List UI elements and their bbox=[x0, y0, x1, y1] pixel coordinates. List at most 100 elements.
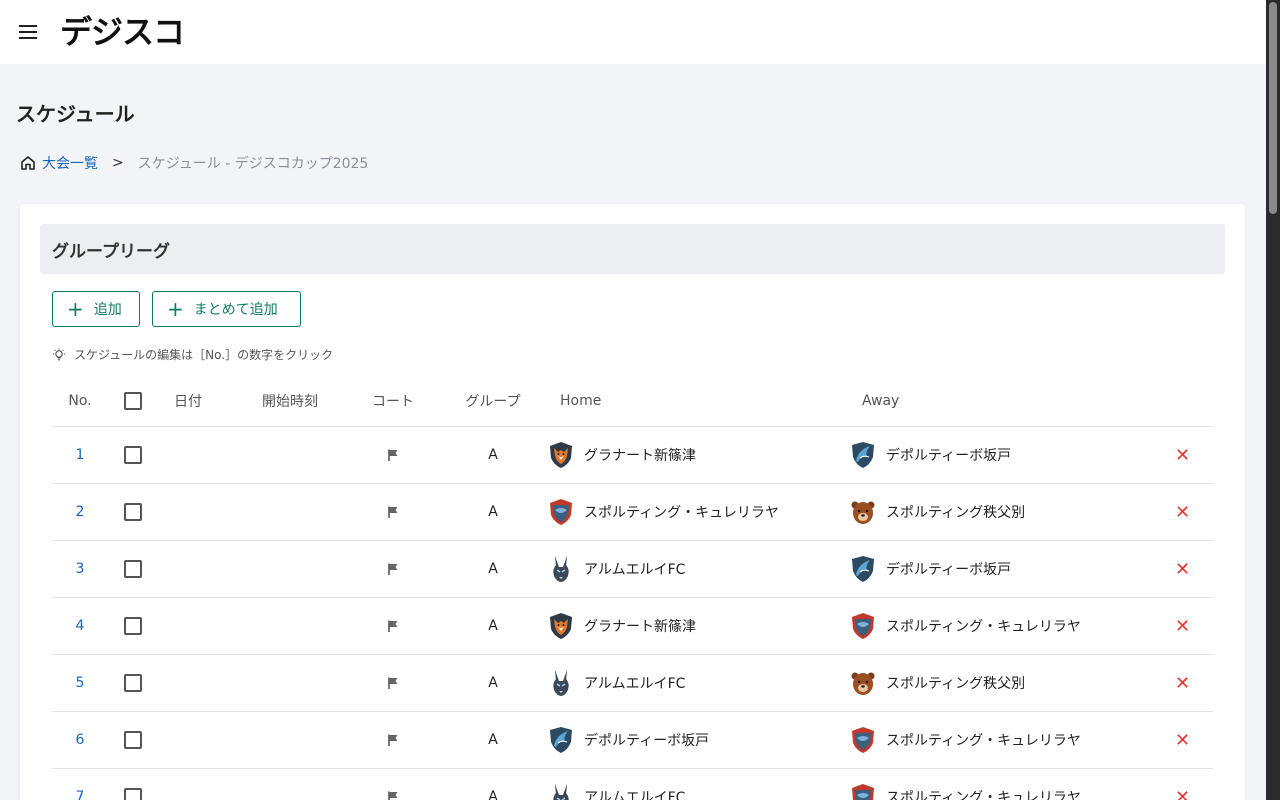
match-group: A bbox=[488, 789, 498, 800]
away-team-name: スポルティング・キュレリラヤ bbox=[886, 790, 1081, 800]
away-team-name: スポルティング・キュレリラヤ bbox=[886, 733, 1081, 749]
plus-icon: + bbox=[167, 297, 184, 321]
delete-icon[interactable]: ✕ bbox=[1152, 445, 1213, 466]
header-date[interactable]: 日付 bbox=[158, 391, 238, 411]
shark-emblem-icon bbox=[850, 441, 876, 469]
away-team: スポルティング・キュレリラヤ bbox=[850, 612, 1152, 640]
away-team-name: スポルティング・キュレリラヤ bbox=[886, 619, 1081, 635]
away-team-name: デポルティーボ坂戸 bbox=[886, 562, 1012, 578]
schedule-card: グループリーグ + 追加 + まとめて追加 スケジュールの編集は［No.］の数字… bbox=[20, 204, 1245, 800]
flag-icon bbox=[388, 791, 398, 800]
delete-icon[interactable]: ✕ bbox=[1152, 502, 1213, 523]
match-number-link[interactable]: 1 bbox=[52, 447, 108, 463]
delete-icon[interactable]: ✕ bbox=[1152, 730, 1213, 751]
match-number-link[interactable]: 7 bbox=[52, 789, 108, 800]
breadcrumb-home-link[interactable]: 大会一覧 bbox=[20, 153, 98, 173]
flag-icon bbox=[388, 620, 398, 632]
menu-icon[interactable] bbox=[0, 0, 56, 64]
home-team: デポルティーボ坂戸 bbox=[548, 726, 850, 754]
bear-emblem-icon bbox=[850, 498, 876, 526]
court-cell bbox=[348, 676, 438, 690]
delete-icon[interactable]: ✕ bbox=[1152, 616, 1213, 637]
rabbit-emblem-icon bbox=[548, 555, 574, 583]
match-group: A bbox=[488, 732, 498, 748]
row-checkbox[interactable] bbox=[124, 503, 142, 521]
section-title: グループリーグ bbox=[40, 224, 1225, 274]
header-court[interactable]: コート bbox=[348, 391, 438, 411]
add-button[interactable]: + 追加 bbox=[52, 291, 140, 327]
scrollbar[interactable] bbox=[1266, 0, 1280, 800]
away-team: スポルティング・キュレリラヤ bbox=[850, 783, 1152, 800]
table-row: 2 A スポルティング・キュレリラヤ スポルティング秩父別 ✕ bbox=[52, 484, 1213, 541]
delete-icon[interactable]: ✕ bbox=[1152, 787, 1213, 800]
match-number-link[interactable]: 5 bbox=[52, 675, 108, 691]
bulk-add-button[interactable]: + まとめて追加 bbox=[152, 291, 301, 327]
match-number-link[interactable]: 4 bbox=[52, 618, 108, 634]
table-body: 1 A グラナート新篠津 デポルティーボ坂戸 ✕ 2 A スポルティング・キュレ… bbox=[52, 427, 1213, 800]
match-group: A bbox=[488, 561, 498, 577]
edit-hint-text: スケジュールの編集は［No.］の数字をクリック bbox=[74, 348, 334, 362]
court-cell bbox=[348, 619, 438, 633]
table-row: 4 A グラナート新篠津 スポルティング・キュレリラヤ ✕ bbox=[52, 598, 1213, 655]
match-group: A bbox=[488, 675, 498, 691]
rabbit-emblem-icon bbox=[548, 669, 574, 697]
delete-icon[interactable]: ✕ bbox=[1152, 673, 1213, 694]
row-checkbox[interactable] bbox=[124, 788, 142, 800]
court-cell bbox=[348, 448, 438, 462]
home-icon bbox=[21, 156, 35, 170]
edit-hint: スケジュールの編集は［No.］の数字をクリック bbox=[52, 346, 333, 363]
page-title: スケジュール bbox=[16, 102, 135, 126]
fish-emblem-icon bbox=[850, 726, 876, 754]
home-team-name: アルムエルイFC bbox=[584, 676, 686, 692]
match-group: A bbox=[488, 447, 498, 463]
table-row: 6 A デポルティーボ坂戸 スポルティング・キュレリラヤ ✕ bbox=[52, 712, 1213, 769]
home-team-name: アルムエルイFC bbox=[584, 790, 686, 800]
match-number-link[interactable]: 3 bbox=[52, 561, 108, 577]
home-team: アルムエルイFC bbox=[548, 555, 850, 583]
fox-emblem-icon bbox=[548, 612, 574, 640]
home-team: グラナート新篠津 bbox=[548, 441, 850, 469]
row-checkbox[interactable] bbox=[124, 674, 142, 692]
row-checkbox[interactable] bbox=[124, 446, 142, 464]
header-home[interactable]: Home bbox=[548, 393, 850, 409]
delete-icon[interactable]: ✕ bbox=[1152, 559, 1213, 580]
plus-icon: + bbox=[67, 297, 84, 321]
table-row: 1 A グラナート新篠津 デポルティーボ坂戸 ✕ bbox=[52, 427, 1213, 484]
match-number-link[interactable]: 6 bbox=[52, 732, 108, 748]
table-row: 3 A アルムエルイFC デポルティーボ坂戸 ✕ bbox=[52, 541, 1213, 598]
table-header-row: No. 日付 開始時刻 コート グループ Home Away bbox=[52, 376, 1213, 427]
home-team-name: グラナート新篠津 bbox=[584, 619, 696, 635]
header-start-time[interactable]: 開始時刻 bbox=[238, 391, 348, 411]
fish-emblem-icon bbox=[548, 498, 574, 526]
table-row: 7 A アルムエルイFC スポルティング・キュレリラヤ ✕ bbox=[52, 769, 1213, 800]
row-checkbox[interactable] bbox=[124, 560, 142, 578]
away-team-name: デポルティーボ坂戸 bbox=[886, 448, 1012, 464]
shark-emblem-icon bbox=[850, 555, 876, 583]
header-group[interactable]: グループ bbox=[438, 391, 548, 411]
match-number-link[interactable]: 2 bbox=[52, 504, 108, 520]
bear-emblem-icon bbox=[850, 669, 876, 697]
away-team: スポルティング秩父別 bbox=[850, 669, 1152, 697]
header-away[interactable]: Away bbox=[850, 393, 1152, 409]
app-logo[interactable]: デジスコ bbox=[60, 13, 185, 51]
lightbulb-icon bbox=[53, 348, 65, 360]
flag-icon bbox=[388, 677, 398, 689]
select-all-checkbox[interactable] bbox=[124, 392, 142, 410]
fox-emblem-icon bbox=[548, 441, 574, 469]
row-checkbox[interactable] bbox=[124, 617, 142, 635]
court-cell bbox=[348, 733, 438, 747]
breadcrumb: 大会一覧 > スケジュール - デジスコカップ2025 bbox=[20, 153, 368, 173]
court-cell bbox=[348, 562, 438, 576]
breadcrumb-current: スケジュール - デジスコカップ2025 bbox=[137, 156, 369, 172]
home-team-name: アルムエルイFC bbox=[584, 562, 686, 578]
header-no[interactable]: No. bbox=[52, 393, 108, 409]
logo-text: デジスコ bbox=[60, 13, 185, 51]
away-team-name: スポルティング秩父別 bbox=[886, 676, 1026, 692]
shark-emblem-icon bbox=[548, 726, 574, 754]
scrollbar-thumb[interactable] bbox=[1269, 2, 1277, 214]
flag-icon bbox=[388, 449, 398, 461]
home-team: アルムエルイFC bbox=[548, 669, 850, 697]
row-checkbox[interactable] bbox=[124, 731, 142, 749]
home-team: グラナート新篠津 bbox=[548, 612, 850, 640]
away-team-name: スポルティング秩父別 bbox=[886, 505, 1026, 521]
